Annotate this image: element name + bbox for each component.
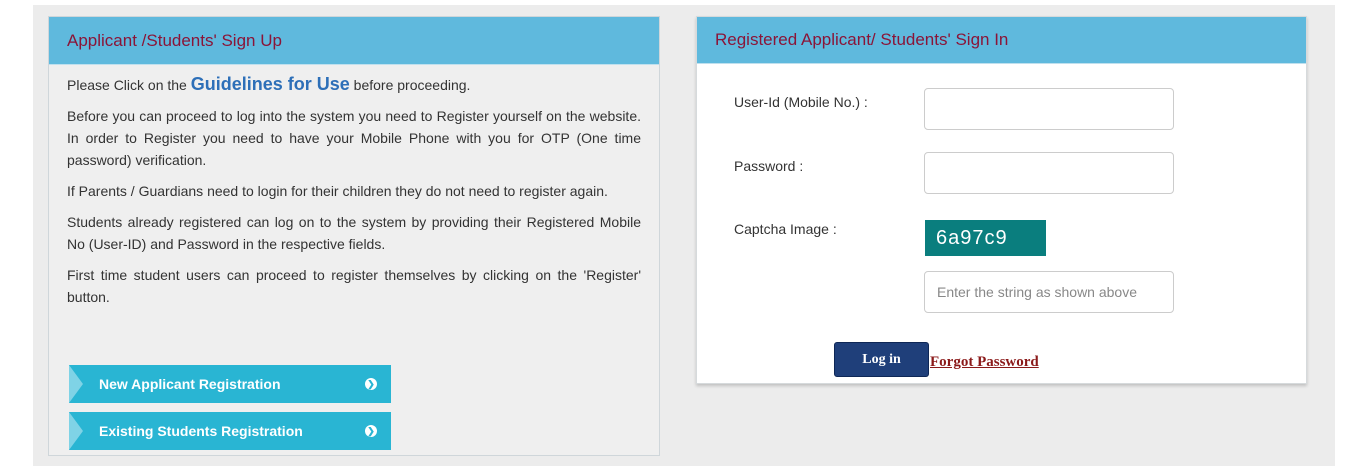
- chevron-right-circle-icon: ❯: [365, 378, 377, 390]
- guidelines-link[interactable]: Guidelines for Use: [191, 74, 350, 94]
- intro-paragraph: Please Click on the Guidelines for Use b…: [67, 73, 641, 96]
- intro-prefix: Please Click on the: [67, 77, 191, 93]
- info-paragraph-first-time: First time student users can proceed to …: [67, 267, 641, 305]
- existing-students-label: Existing Students Registration: [99, 423, 303, 439]
- intro-suffix: before proceeding.: [349, 77, 471, 93]
- right-margin: [1335, 0, 1352, 466]
- captcha-input[interactable]: [924, 271, 1174, 313]
- new-applicant-label: New Applicant Registration: [99, 376, 281, 392]
- existing-students-registration-button[interactable]: Existing Students Registration ❯: [69, 412, 391, 450]
- userid-label: User-Id (Mobile No.) :: [734, 94, 868, 110]
- captcha-label: Captcha Image :: [734, 221, 837, 237]
- password-label: Password :: [734, 158, 804, 174]
- signup-panel: Applicant /Students' Sign Up Please Clic…: [48, 16, 660, 456]
- button-notch: [69, 412, 83, 450]
- signin-panel: Registered Applicant/ Students' Sign In …: [696, 16, 1307, 384]
- chevron-right-circle-icon: ❯: [365, 425, 377, 437]
- login-button[interactable]: Log in: [834, 342, 929, 377]
- captcha-image: 6a97c9: [925, 220, 1046, 256]
- signup-heading: Applicant /Students' Sign Up: [49, 17, 659, 65]
- top-strip: [0, 0, 1352, 5]
- new-applicant-registration-button[interactable]: New Applicant Registration ❯: [69, 365, 391, 403]
- info-paragraph-registered: Students already registered can log on t…: [67, 214, 641, 252]
- userid-input[interactable]: [924, 88, 1174, 130]
- forgot-password-link[interactable]: Forgot Password: [930, 354, 1039, 371]
- info-paragraph-register: Before you can proceed to log into the s…: [67, 108, 641, 168]
- password-input[interactable]: [924, 152, 1174, 194]
- info-paragraph-parents: If Parents / Guardians need to login for…: [67, 183, 608, 199]
- signup-body: Please Click on the Guidelines for Use b…: [49, 65, 659, 308]
- button-notch: [69, 365, 83, 403]
- left-margin: [0, 0, 33, 466]
- signin-heading: Registered Applicant/ Students' Sign In: [697, 17, 1306, 64]
